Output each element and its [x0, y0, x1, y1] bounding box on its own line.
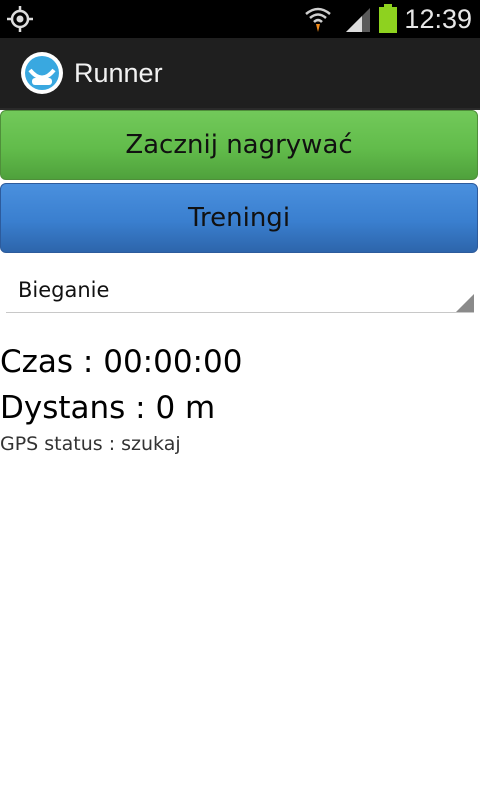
start-recording-button[interactable]: Zacznij nagrywać [0, 110, 478, 180]
gps-status-text: GPS status : szukaj [0, 433, 181, 455]
dropdown-arrow-icon [456, 294, 474, 312]
action-bar: Runner [0, 38, 480, 110]
time-readout: Czas : 00:00:00 [0, 344, 243, 380]
distance-readout: Dystans : 0 m [0, 390, 216, 426]
status-bar: 12:39 [0, 0, 480, 38]
trainings-button[interactable]: Treningi [0, 183, 478, 253]
signal-icon [346, 8, 370, 32]
status-clock: 12:39 [404, 4, 472, 34]
gps-icon [7, 6, 33, 32]
wifi-icon [305, 7, 331, 32]
activity-spinner[interactable]: Bieganie [6, 264, 474, 313]
app-icon[interactable] [20, 51, 64, 95]
app-title: Runner [74, 58, 163, 88]
activity-spinner-value: Bieganie [18, 278, 110, 302]
battery-icon [379, 4, 397, 33]
